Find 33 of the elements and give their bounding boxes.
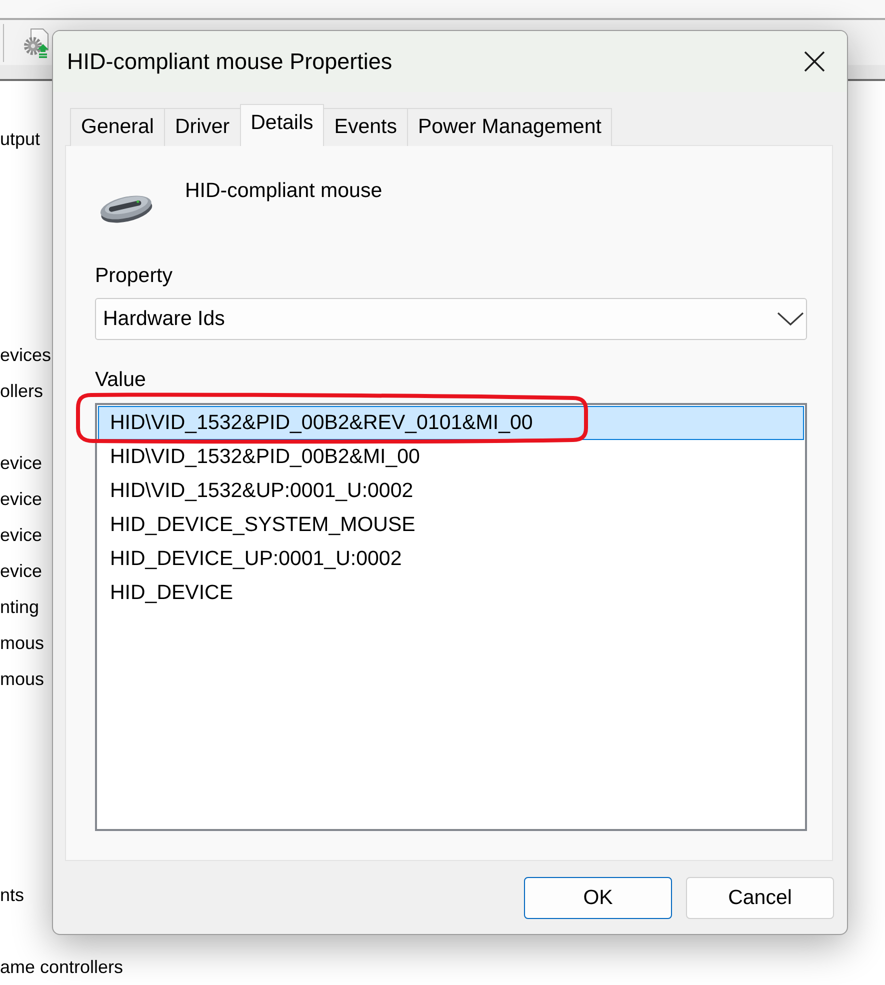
property-dropdown[interactable]: Hardware Ids [95, 298, 807, 340]
list-item[interactable]: HID\VID_1532&PID_00B2&MI_00 [98, 440, 804, 474]
window-title: HID-compliant mouse Properties [67, 48, 394, 74]
tree-item-label[interactable]: evice [0, 553, 42, 589]
tree-item-label[interactable]: nting [0, 589, 40, 625]
gear-page-icon[interactable] [22, 28, 50, 58]
tree-item-label[interactable]: ollers [0, 373, 44, 409]
tree-item-label[interactable]: ame controllers [0, 949, 124, 985]
list-item[interactable]: HID\VID_1532&UP:0001_U:0002 [98, 474, 804, 508]
device-name: HID-compliant mouse [185, 178, 382, 204]
tree-item-label[interactable]: mous [0, 661, 44, 697]
tab[interactable]: Details [240, 104, 324, 146]
tab[interactable]: Driver [164, 108, 241, 146]
list-item[interactable]: HID\VID_1532&PID_00B2&REV_0101&MI_00 [98, 406, 804, 440]
list-item[interactable]: HID_DEVICE_SYSTEM_MOUSE [98, 508, 804, 542]
tab[interactable]: Events [323, 108, 408, 146]
tree-item-label[interactable]: evice [0, 517, 42, 553]
value-label: Value [95, 368, 146, 392]
tree-item-label[interactable]: mous [0, 625, 44, 661]
tree-item-label[interactable]: nts [0, 877, 24, 913]
list-item[interactable]: HID_DEVICE_UP:0001_U:0002 [98, 542, 804, 576]
tree-item-label[interactable]: evices [0, 337, 52, 373]
tree-item-label[interactable]: utput [0, 121, 40, 157]
tree-item-label[interactable]: evice [0, 481, 42, 517]
list-item[interactable]: HID_DEVICE [98, 576, 804, 610]
tree-item-label[interactable]: evice [0, 445, 42, 481]
cancel-button[interactable]: Cancel [686, 877, 834, 919]
property-label: Property [95, 264, 172, 288]
tab[interactable]: General [70, 108, 165, 146]
ok-button[interactable]: OK [524, 877, 672, 919]
chevron-down-icon [777, 312, 804, 326]
tab[interactable]: Power Management [406, 108, 612, 146]
close-icon [804, 51, 824, 72]
